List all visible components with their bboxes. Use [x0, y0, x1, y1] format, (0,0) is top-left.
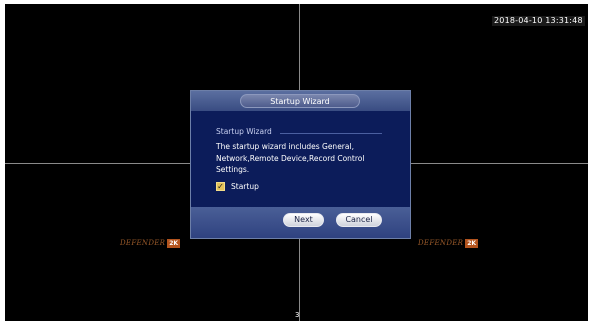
dialog-title: Startup Wizard	[240, 94, 360, 108]
dialog-header: Startup Wizard	[191, 91, 410, 111]
startup-wizard-dialog: Startup Wizard Startup Wizard The startu…	[190, 90, 411, 239]
check-icon: ✓	[217, 182, 224, 191]
wizard-description: The startup wizard includes General, Net…	[216, 142, 365, 174]
dialog-footer: Next Cancel	[191, 207, 410, 238]
next-button[interactable]: Next	[283, 213, 324, 227]
dialog-body: Startup Wizard The startup wizard includ…	[191, 111, 410, 207]
channel-number: 3	[295, 311, 300, 319]
section-title: Startup Wizard	[216, 127, 272, 136]
watermark-left: DEFENDER 2K	[120, 237, 181, 249]
watermark-right: DEFENDER 2K	[418, 237, 479, 249]
watermark-text: DEFENDER	[120, 239, 166, 247]
watermark-badge: 2K	[167, 238, 181, 248]
cancel-button[interactable]: Cancel	[336, 213, 382, 227]
watermark-text: DEFENDER	[418, 239, 464, 247]
section-divider	[280, 133, 382, 134]
startup-checkbox[interactable]: ✓	[216, 182, 225, 191]
startup-checkbox-label[interactable]: Startup	[231, 182, 259, 192]
timestamp-overlay: 2018-04-10 13:31:48	[492, 16, 585, 26]
watermark-badge: 2K	[465, 238, 479, 248]
